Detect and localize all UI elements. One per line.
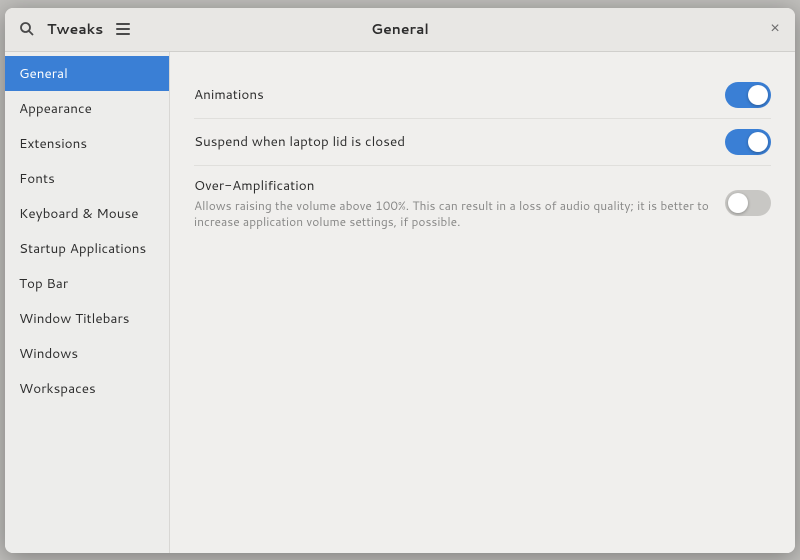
toggle-track-animations[interactable] [725, 82, 771, 108]
setting-row-animations: Animations [194, 72, 771, 119]
hamburger-icon [116, 23, 130, 35]
menu-button[interactable] [109, 15, 137, 43]
main-window: Tweaks General × General Appearance Exte… [5, 8, 795, 553]
setting-label-animations: Animations [194, 85, 709, 104]
toggle-thumb-over-amplification [728, 193, 748, 213]
setting-info-animations: Animations [194, 85, 709, 104]
sidebar-item-workspaces[interactable]: Workspaces [5, 371, 169, 406]
setting-description-over-amplification: Allows raising the volume above 100%. Th… [194, 198, 709, 232]
sidebar-item-fonts[interactable]: Fonts [5, 161, 169, 196]
titlebar-right: × [627, 17, 787, 41]
titlebar-left: Tweaks [13, 15, 173, 43]
page-title: General [371, 19, 429, 39]
content-area: General Appearance Extensions Fonts Keyb… [5, 52, 795, 553]
toggle-track-suspend-lid[interactable] [725, 129, 771, 155]
sidebar-item-window-titlebars[interactable]: Window Titlebars [5, 301, 169, 336]
setting-info-suspend-lid: Suspend when laptop lid is closed [194, 132, 709, 151]
sidebar-item-appearance[interactable]: Appearance [5, 91, 169, 126]
main-panel: Animations Suspend when laptop lid is cl… [170, 52, 795, 553]
sidebar-item-startup-applications[interactable]: Startup Applications [5, 231, 169, 266]
sidebar-item-general[interactable]: General [5, 56, 169, 91]
toggle-animations[interactable] [725, 82, 771, 108]
sidebar-item-windows[interactable]: Windows [5, 336, 169, 371]
setting-label-suspend-lid: Suspend when laptop lid is closed [194, 132, 709, 151]
search-icon [19, 21, 35, 37]
app-title: Tweaks [47, 19, 103, 39]
sidebar-item-extensions[interactable]: Extensions [5, 126, 169, 161]
sidebar: General Appearance Extensions Fonts Keyb… [5, 52, 170, 553]
setting-label-over-amplification: Over-Amplification [194, 176, 709, 195]
setting-row-suspend-lid: Suspend when laptop lid is closed [194, 119, 771, 166]
toggle-thumb-animations [748, 85, 768, 105]
close-button[interactable]: × [763, 17, 787, 41]
setting-info-over-amplification: Over-Amplification Allows raising the vo… [194, 176, 709, 232]
toggle-over-amplification[interactable] [725, 190, 771, 216]
titlebar: Tweaks General × [5, 8, 795, 52]
toggle-suspend-lid[interactable] [725, 129, 771, 155]
toggle-track-over-amplification[interactable] [725, 190, 771, 216]
sidebar-item-keyboard-mouse[interactable]: Keyboard & Mouse [5, 196, 169, 231]
titlebar-center: General [173, 19, 627, 39]
search-button[interactable] [13, 15, 41, 43]
sidebar-item-top-bar[interactable]: Top Bar [5, 266, 169, 301]
toggle-thumb-suspend-lid [748, 132, 768, 152]
setting-row-over-amplification: Over-Amplification Allows raising the vo… [194, 166, 771, 242]
